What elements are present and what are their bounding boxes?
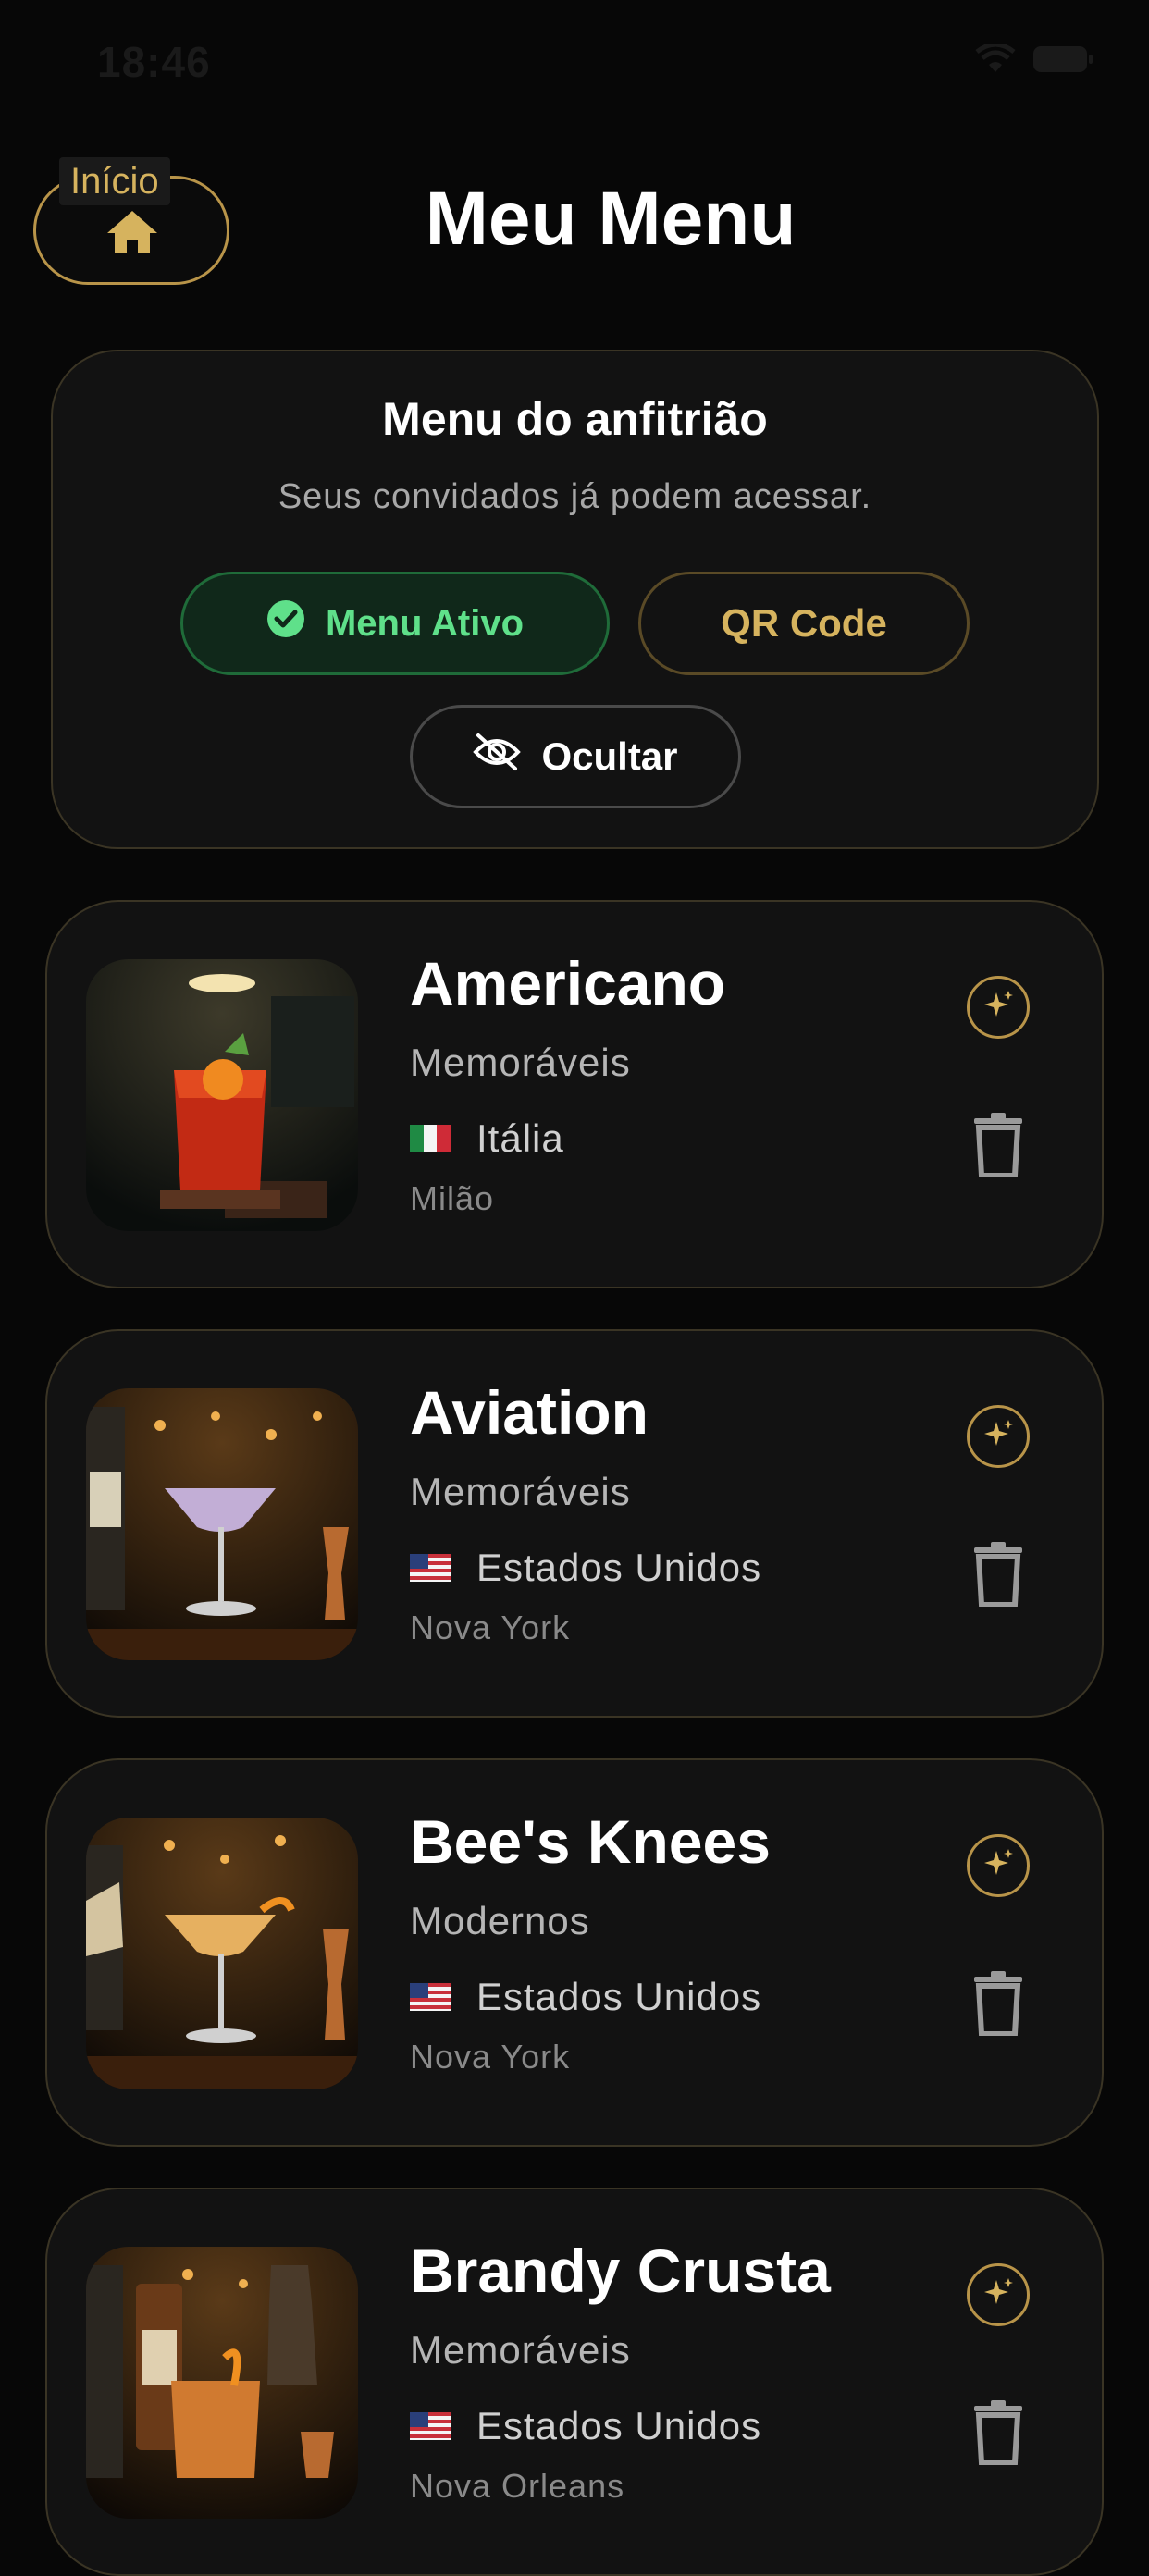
status-icons (975, 44, 1093, 74)
trash-icon (970, 1113, 1026, 1181)
sparkle-button[interactable] (967, 976, 1030, 1039)
drink-city: Milão (410, 1179, 495, 1217)
host-panel-title: Menu do anfitrião (382, 393, 768, 445)
sparkle-button[interactable] (967, 1834, 1030, 1897)
italy-flag-icon (410, 1125, 451, 1152)
drink-photo (86, 1388, 358, 1660)
drink-origin: Estados Unidos (410, 1975, 761, 2019)
menu-active-button[interactable]: Menu Ativo (180, 572, 610, 675)
qr-code-button[interactable]: QR Code (638, 572, 970, 675)
drink-photo (86, 1818, 358, 2089)
drink-origin: Itália (410, 1116, 564, 1161)
qr-code-label: QR Code (721, 601, 887, 645)
host-menu-panel: Menu do anfitrião Seus convidados já pod… (51, 350, 1099, 849)
drink-card[interactable]: Brandy Crusta Memoráveis Estados Unidos … (45, 2188, 1104, 2576)
status-bar: 18:46 (0, 0, 1149, 120)
hide-menu-label: Ocultar (541, 734, 678, 778)
delete-button[interactable] (970, 1969, 1026, 2037)
drink-category: Memoráveis (410, 1041, 631, 1084)
drink-photo (86, 2247, 358, 2519)
usa-flag-icon (410, 1554, 451, 1582)
drink-card[interactable]: Bee's Knees Modernos Estados Unidos Nova… (45, 1758, 1104, 2147)
wifi-icon (975, 44, 1016, 74)
drink-card[interactable]: Aviation Memoráveis Estados Unidos Nova … (45, 1329, 1104, 1718)
drink-country: Itália (476, 1116, 564, 1160)
drink-city: Nova York (410, 2038, 571, 2076)
trash-icon (970, 2400, 1026, 2469)
drink-origin: Estados Unidos (410, 1546, 761, 1590)
delete-button[interactable] (970, 1540, 1026, 1610)
usa-flag-icon (410, 1983, 451, 2011)
drink-city: Nova Orleans (410, 2467, 625, 2505)
drink-city: Nova York (410, 1608, 571, 1646)
sparkles-icon (980, 1845, 1017, 1887)
status-time: 18:46 (97, 38, 211, 86)
delete-button[interactable] (970, 1111, 1026, 1178)
drink-category: Memoráveis (410, 2328, 631, 2372)
sparkle-button[interactable] (967, 1405, 1030, 1468)
drink-name: Brandy Crusta (410, 2237, 831, 2305)
sparkles-icon (980, 2274, 1017, 2316)
drink-card[interactable]: Americano Memoráveis Itália Milão (45, 900, 1104, 1288)
delete-button[interactable] (970, 2398, 1026, 2466)
drink-category: Memoráveis (410, 1470, 631, 1513)
drink-country: Estados Unidos (476, 2404, 762, 2447)
drink-name: Bee's Knees (410, 1807, 771, 1876)
host-panel-subtitle: Seus convidados já podem acessar. (278, 477, 872, 516)
sparkle-button[interactable] (967, 2263, 1030, 2326)
drink-country: Estados Unidos (476, 1546, 762, 1589)
battery-icon (1032, 45, 1093, 73)
drink-country: Estados Unidos (476, 1975, 762, 2018)
drink-name: Americano (410, 949, 726, 1017)
eye-off-icon (473, 732, 522, 782)
sparkles-icon (980, 987, 1017, 1029)
trash-icon (970, 1971, 1026, 2040)
drink-name: Aviation (410, 1378, 649, 1447)
sparkles-icon (980, 1416, 1017, 1458)
page-title: Meu Menu (425, 177, 797, 261)
usa-flag-icon (410, 2412, 451, 2440)
drink-origin: Estados Unidos (410, 2404, 761, 2448)
trash-icon (970, 1542, 1026, 1610)
check-circle-icon (266, 599, 305, 647)
hide-menu-button[interactable]: Ocultar (410, 705, 741, 808)
menu-active-label: Menu Ativo (325, 602, 525, 644)
drink-category: Modernos (410, 1899, 590, 1942)
drink-photo (86, 959, 358, 1231)
